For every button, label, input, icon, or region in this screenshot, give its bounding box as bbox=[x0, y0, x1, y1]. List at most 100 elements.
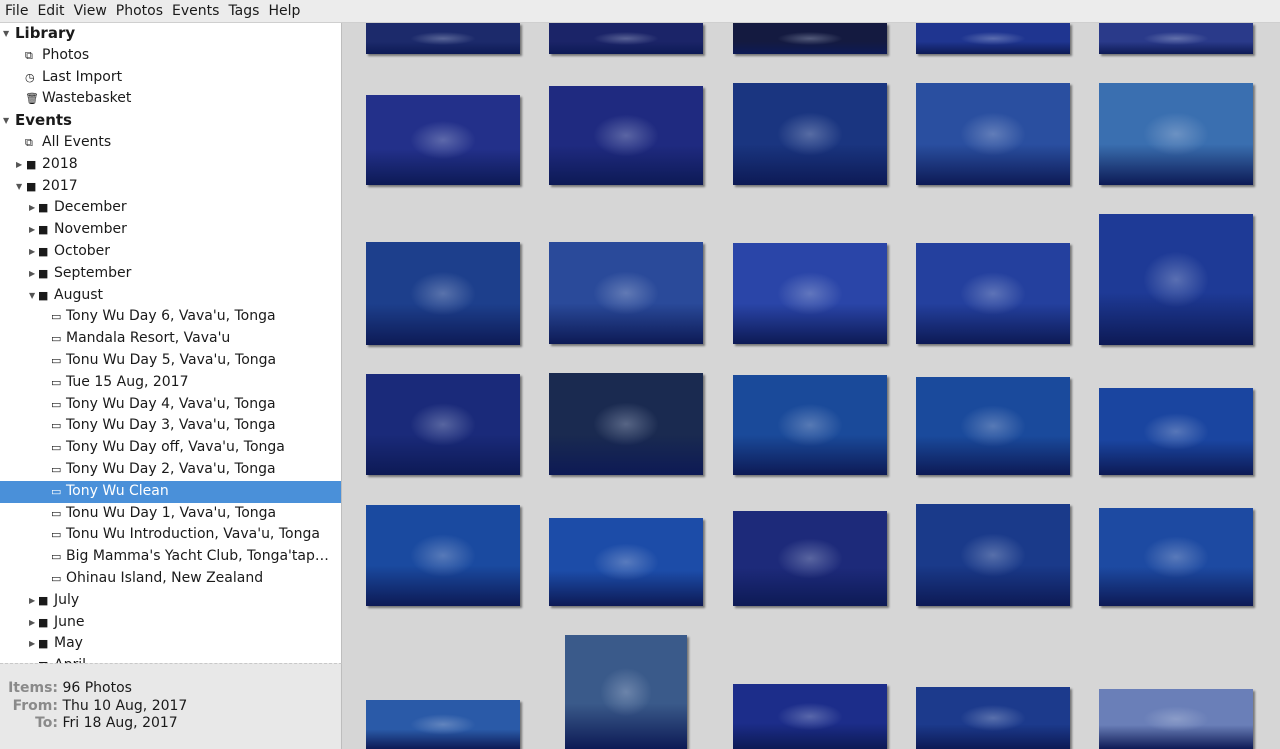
photo-thumbnail[interactable] bbox=[366, 374, 520, 475]
tree-item-ohinau-island-new-zealand[interactable]: ▭ Ohinau Island, New Zealand bbox=[0, 568, 341, 590]
photo-thumbnail[interactable] bbox=[549, 518, 703, 606]
tree-item-all-events[interactable]: ⧉ All Events bbox=[0, 132, 341, 154]
clock-icon: ◷ bbox=[25, 70, 35, 84]
photo-thumbnail[interactable] bbox=[565, 635, 687, 749]
tree-item-big-mamma-s-yacht-club-tonga-tap-[interactable]: ▭ Big Mamma's Yacht Club, Tonga'tap… bbox=[0, 546, 341, 568]
photo-thumbnail[interactable] bbox=[1099, 689, 1253, 749]
expander-collapsed-icon[interactable]: ▶ bbox=[29, 612, 35, 634]
photo-thumbnail[interactable] bbox=[916, 23, 1070, 54]
tree-item-label: Events bbox=[15, 111, 72, 130]
menu-events[interactable]: Events bbox=[172, 3, 219, 19]
menu-bar: File Edit View Photos Events Tags Help bbox=[0, 0, 1280, 23]
from-label: From: bbox=[12, 697, 58, 714]
tree-item-2017[interactable]: ▼ ■ 2017 bbox=[0, 176, 341, 198]
event-icon: ▭ bbox=[51, 550, 62, 564]
expander-collapsed-icon[interactable]: ▶ bbox=[29, 241, 35, 263]
expander-collapsed-icon[interactable]: ▶ bbox=[29, 590, 35, 612]
tree-item-april[interactable]: ▶■ April bbox=[0, 655, 341, 663]
event-icon: ▭ bbox=[51, 528, 62, 542]
photo-thumbnail[interactable] bbox=[1099, 214, 1253, 345]
expander-collapsed-icon[interactable]: ▶ bbox=[29, 633, 35, 655]
tree-item-wastebasket[interactable]: 🗑 Wastebasket bbox=[0, 88, 341, 110]
tree-item-december[interactable]: ▶ ■ December bbox=[0, 197, 341, 219]
tree-item-tonu-wu-day-1-vava-u-tonga[interactable]: ▭ Tonu Wu Day 1, Vava'u, Tonga bbox=[0, 503, 341, 525]
folder-icon: ■ bbox=[26, 157, 37, 171]
expander-expanded-icon[interactable]: ▼ bbox=[29, 285, 35, 307]
expander-collapsed-icon[interactable]: ▶ bbox=[29, 655, 35, 663]
tree-item-august[interactable]: ▼ ■ August bbox=[0, 285, 341, 307]
photo-thumbnail[interactable] bbox=[366, 23, 520, 54]
tree-item-tue-15-aug-2017[interactable]: ▭ Tue 15 Aug, 2017 bbox=[0, 372, 341, 394]
photo-thumbnail[interactable] bbox=[916, 687, 1070, 749]
expander-expanded-icon[interactable]: ▼ bbox=[3, 23, 9, 45]
photo-thumbnail[interactable] bbox=[549, 242, 703, 344]
event-icon: ▭ bbox=[51, 572, 62, 585]
expander-collapsed-icon[interactable]: ▶ bbox=[29, 219, 35, 241]
event-icon: ▭ bbox=[51, 463, 62, 476]
trash-icon: 🗑 bbox=[25, 92, 39, 106]
photo-thumbnail[interactable] bbox=[733, 23, 887, 54]
expander-collapsed-icon[interactable]: ▶ bbox=[29, 197, 35, 219]
tree-item-events[interactable]: ▼ Events bbox=[0, 110, 341, 132]
tree-item-tony-wu-clean[interactable]: ▭ Tony Wu Clean bbox=[0, 480, 341, 503]
photo-thumbnail[interactable] bbox=[1099, 23, 1253, 54]
tree-item-tony-wu-day-4-vava-u-tonga[interactable]: ▭ Tony Wu Day 4, Vava'u, Tonga bbox=[0, 394, 341, 416]
photo-thumbnail[interactable] bbox=[366, 242, 520, 345]
event-info-panel: Items: 96 Photos From: Thu 10 Aug, 2017 … bbox=[0, 663, 342, 749]
tree-item-label: Tonu Wu Day 1, Vava'u, Tonga bbox=[66, 504, 277, 521]
tree-item-label: August bbox=[54, 286, 103, 303]
tree-item-november[interactable]: ▶ ■ November bbox=[0, 219, 341, 241]
items-label: Items: bbox=[8, 680, 58, 696]
tree-item-label: May bbox=[54, 635, 83, 652]
photo-thumbnail[interactable] bbox=[366, 505, 520, 606]
expander-expanded-icon[interactable]: ▼ bbox=[16, 176, 22, 198]
tree-item-july[interactable]: ▶ ■ July bbox=[0, 590, 341, 612]
tree-item-tonu-wu-day-5-vava-u-tonga[interactable]: ▭ Tonu Wu Day 5, Vava'u, Tonga bbox=[0, 350, 341, 372]
tree-item-tony-wu-day-2-vava-u-tonga[interactable]: ▭ Tony Wu Day 2, Vava'u, Tonga bbox=[0, 459, 341, 481]
photo-thumbnail[interactable] bbox=[549, 86, 703, 185]
photo-thumbnail[interactable] bbox=[733, 511, 887, 606]
event-icon: ▭ bbox=[51, 354, 62, 367]
expander-expanded-icon[interactable]: ▼ bbox=[3, 110, 9, 132]
tree-item-label: October bbox=[54, 243, 111, 259]
photos-icon: ⧉ bbox=[25, 48, 33, 62]
folder-icon: ■ bbox=[38, 245, 49, 258]
tree-item-tony-wu-day-3-vava-u-tonga[interactable]: ▭ Tony Wu Day 3, Vava'u, Tonga bbox=[0, 415, 341, 437]
menu-edit[interactable]: Edit bbox=[37, 3, 64, 19]
photo-thumbnail[interactable] bbox=[916, 83, 1070, 185]
photo-thumbnail[interactable] bbox=[549, 23, 703, 54]
menu-photos[interactable]: Photos bbox=[116, 3, 163, 19]
photo-thumbnail[interactable] bbox=[916, 243, 1070, 344]
tree-item-tonu-wu-introduction-vava-u-tonga[interactable]: ▭ Tonu Wu Introduction, Vava'u, Tonga bbox=[0, 524, 341, 546]
menu-file[interactable]: File bbox=[5, 3, 28, 19]
photo-thumbnail[interactable] bbox=[733, 83, 887, 185]
photo-thumbnail[interactable] bbox=[366, 95, 520, 185]
photo-thumbnail[interactable] bbox=[366, 700, 520, 749]
photo-thumbnail[interactable] bbox=[733, 684, 887, 749]
menu-tags[interactable]: Tags bbox=[228, 3, 259, 19]
tree-item-may[interactable]: ▶ ■ May bbox=[0, 633, 341, 655]
expander-collapsed-icon[interactable]: ▶ bbox=[29, 263, 35, 285]
tree-item-photos[interactable]: ⧉ Photos bbox=[0, 45, 341, 67]
tree-item-library[interactable]: ▼ Library bbox=[0, 23, 341, 45]
menu-help[interactable]: Help bbox=[268, 3, 300, 19]
tree-item-2018[interactable]: ▶ ■ 2018 bbox=[0, 154, 341, 176]
photo-thumbnail[interactable] bbox=[916, 377, 1070, 475]
photo-thumbnail[interactable] bbox=[1099, 388, 1253, 475]
photo-thumbnail[interactable] bbox=[1099, 83, 1253, 185]
tree-item-october[interactable]: ▶ ■ October bbox=[0, 241, 341, 263]
menu-view[interactable]: View bbox=[74, 3, 107, 19]
tree-item-june[interactable]: ▶ ■ June bbox=[0, 612, 341, 634]
photo-thumbnail[interactable] bbox=[549, 373, 703, 475]
photo-thumbnail[interactable] bbox=[916, 504, 1070, 606]
photo-thumbnail[interactable] bbox=[733, 243, 887, 344]
tree-item-tony-wu-day-6-vava-u-tonga[interactable]: ▭ Tony Wu Day 6, Vava'u, Tonga bbox=[0, 306, 341, 328]
tree-item-mandala-resort-vava-u[interactable]: ▭ Mandala Resort, Vava'u bbox=[0, 328, 341, 350]
photo-thumbnail[interactable] bbox=[733, 375, 887, 475]
expander-collapsed-icon[interactable]: ▶ bbox=[16, 154, 22, 176]
photo-thumbnail[interactable] bbox=[1099, 508, 1253, 606]
tree-item-last-import[interactable]: ◷ Last Import bbox=[0, 67, 341, 89]
tree-item-tony-wu-day-off-vava-u-tonga[interactable]: ▭ Tony Wu Day off, Vava'u, Tonga bbox=[0, 437, 341, 459]
tree-item-label: Ohinau Island, New Zealand bbox=[66, 570, 264, 586]
tree-item-september[interactable]: ▶ ■ September bbox=[0, 263, 341, 285]
